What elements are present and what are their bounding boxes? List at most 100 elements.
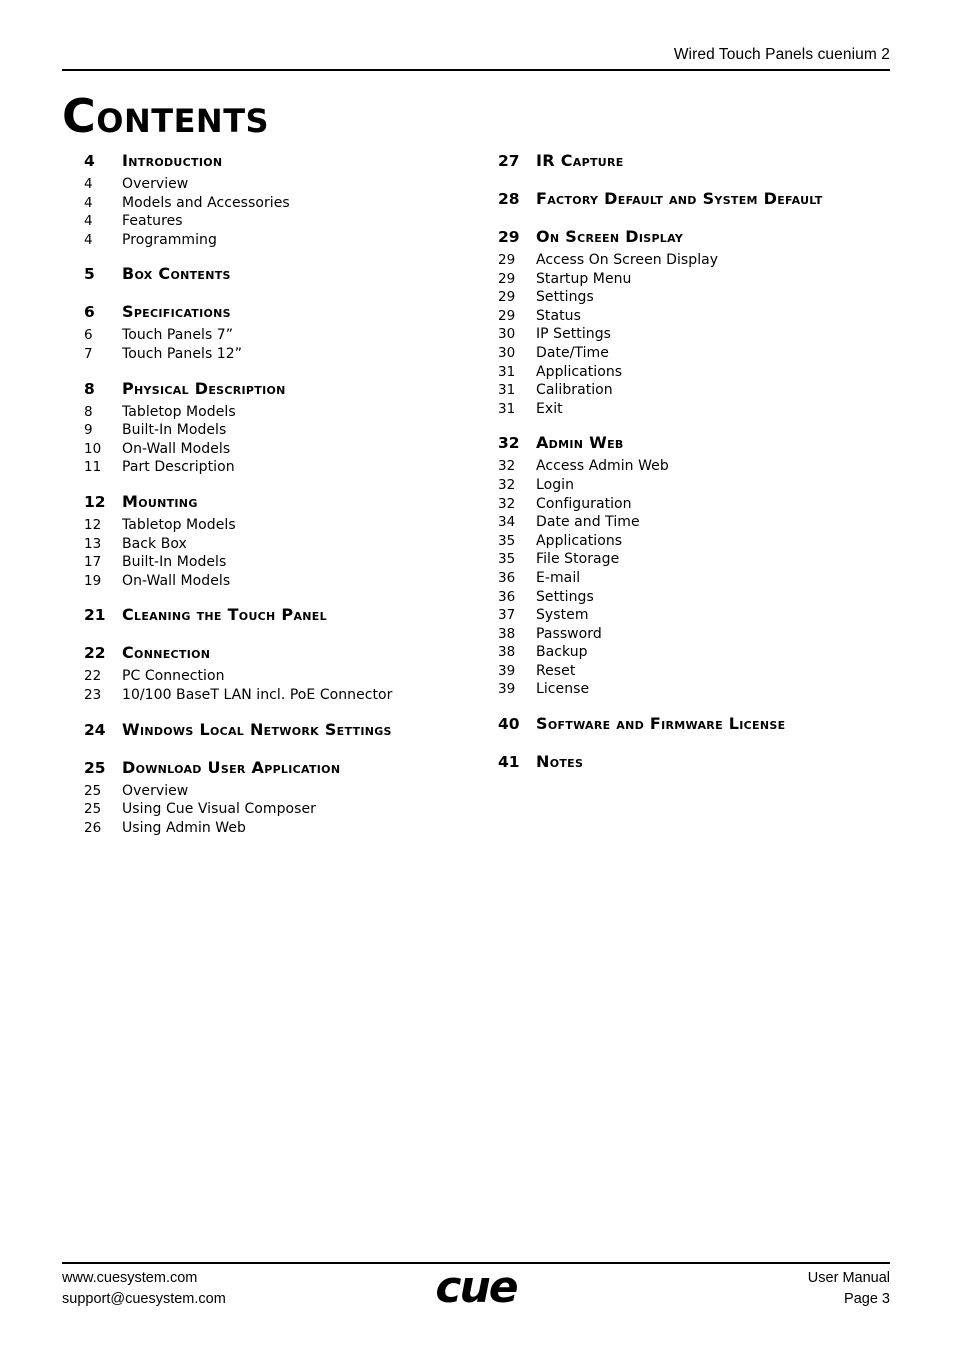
toc-entry-title: Tabletop Models: [122, 403, 236, 420]
toc-entry-title: Status: [536, 307, 581, 324]
toc-section-title: IR Capture: [536, 151, 624, 170]
toc-group-notes: 41 Notes: [498, 749, 898, 775]
toc-entry-page-number: 19: [84, 572, 102, 589]
toc-entry-title: On-Wall Models: [122, 440, 231, 457]
toc-entry-reset[interactable]: 39 Reset: [498, 662, 898, 681]
toc-section-factory-default-and-system-default[interactable]: 28 Factory Default and System Default: [498, 186, 898, 212]
toc-entry-10-100-baset-lan-incl-poe-connector[interactable]: 23 10/100 BaseT LAN incl. PoE Connector: [84, 686, 464, 705]
toc-section-title: Factory Default and System Default: [536, 189, 823, 208]
toc-entry-title: Exit: [536, 400, 563, 417]
toc-entry-page-number: 29: [498, 307, 516, 324]
toc-entry-overview[interactable]: 4 Overview: [84, 175, 464, 194]
toc-section-physical-description[interactable]: 8 Physical Description: [84, 376, 464, 402]
toc-entry-overview[interactable]: 25 Overview: [84, 782, 464, 801]
toc-section-connection[interactable]: 22 Connection: [84, 640, 464, 666]
toc-entry-page-number: 30: [498, 344, 516, 361]
toc-entry-using-cue-visual-composer[interactable]: 25 Using Cue Visual Composer: [84, 800, 464, 819]
toc-section-box-contents[interactable]: 5 Box Contents: [84, 261, 464, 287]
toc-entry-e-mail[interactable]: 36 E-mail: [498, 569, 898, 588]
toc-section-specifications[interactable]: 6 Specifications: [84, 299, 464, 325]
toc-entry-access-on-screen-display[interactable]: 29 Access On Screen Display: [498, 251, 898, 270]
toc-group-introduction: 4 Introduction 4 Overview 4 Models and Access…: [84, 148, 464, 249]
toc-entry-configuration[interactable]: 32 Configuration: [498, 495, 898, 514]
footer-document-info: User Manual Page 3: [808, 1268, 890, 1310]
toc-group-factory-default-and-system-default: 28 Factory Default and System Default: [498, 186, 898, 212]
toc-entry-title: Settings: [536, 588, 594, 605]
toc-entry-tabletop-models[interactable]: 12 Tabletop Models: [84, 516, 464, 535]
toc-column-left: 4 Introduction 4 Overview 4 Models and Access…: [84, 148, 464, 837]
toc-entry-pc-connection[interactable]: 22 PC Connection: [84, 667, 464, 686]
toc-entry-programming[interactable]: 4 Programming: [84, 231, 464, 250]
toc-entry-page-number: 17: [84, 554, 102, 571]
toc-entry-touch-panels-7[interactable]: 6 Touch Panels 7”: [84, 326, 464, 345]
toc-entry-page-number: 11: [84, 459, 102, 476]
toc-entry-page-number: 4: [84, 194, 93, 211]
toc-entry-page-number: 31: [498, 400, 516, 417]
toc-entry-applications[interactable]: 31 Applications: [498, 363, 898, 382]
toc-section-page-number: 25: [84, 758, 106, 777]
toc-entry-password[interactable]: 38 Password: [498, 625, 898, 644]
toc-entry-page-number: 12: [84, 516, 102, 533]
toc-entry-backup[interactable]: 38 Backup: [498, 643, 898, 662]
toc-entry-system[interactable]: 37 System: [498, 606, 898, 625]
toc-entry-page-number: 37: [498, 607, 516, 624]
toc-entry-title: Settings: [536, 289, 594, 306]
toc-section-title: Download User Application: [122, 757, 341, 777]
toc-entry-settings[interactable]: 29 Settings: [498, 288, 898, 307]
toc-entry-title: Applications: [536, 363, 623, 380]
toc-entry-built-in-models[interactable]: 17 Built-In Models: [84, 553, 464, 572]
toc-entry-title: IP Settings: [536, 326, 611, 343]
toc-entry-login[interactable]: 32 Login: [498, 476, 898, 495]
toc-entry-file-storage[interactable]: 35 File Storage: [498, 550, 898, 569]
toc-entry-page-number: 38: [498, 625, 516, 642]
toc-entry-on-wall-models[interactable]: 19 On-Wall Models: [84, 572, 464, 591]
toc-entry-back-box[interactable]: 13 Back Box: [84, 535, 464, 554]
toc-entry-title: Access On Screen Display: [536, 252, 719, 268]
toc-entry-title: Touch Panels 12”: [122, 345, 243, 362]
toc-entry-date-and-time[interactable]: 34 Date and Time: [498, 513, 898, 532]
toc-section-title: Box Contents: [122, 264, 231, 284]
toc-entry-license[interactable]: 39 License: [498, 680, 898, 699]
toc-entry-touch-panels-12[interactable]: 7 Touch Panels 12”: [84, 345, 464, 364]
toc-entry-access-admin-web[interactable]: 32 Access Admin Web: [498, 457, 898, 476]
toc-section-page-number: 29: [498, 228, 520, 246]
toc-entry-part-description[interactable]: 11 Part Description: [84, 458, 464, 477]
footer-email[interactable]: support@cuesystem.com: [62, 1289, 226, 1310]
toc-section-admin-web[interactable]: 32 Admin Web: [498, 430, 898, 456]
toc-entry-applications[interactable]: 35 Applications: [498, 532, 898, 551]
toc-entry-models-and-accessories[interactable]: 4 Models and Accessories: [84, 194, 464, 213]
toc-entry-startup-menu[interactable]: 29 Startup Menu: [498, 270, 898, 289]
toc-entry-page-number: 31: [498, 363, 516, 380]
toc-section-notes[interactable]: 41 Notes: [498, 749, 898, 775]
toc-section-page-number: 8: [84, 379, 95, 398]
toc-entry-page-number: 32: [498, 458, 516, 475]
toc-section-page-number: 22: [84, 644, 106, 663]
toc-entry-title: PC Connection: [122, 668, 225, 685]
toc-section-windows-local-network-settings[interactable]: 24 Windows Local Network Settings: [84, 717, 464, 743]
toc-section-page-number: 6: [84, 303, 95, 322]
toc-entry-settings[interactable]: 36 Settings: [498, 588, 898, 607]
toc-entry-calibration[interactable]: 31 Calibration: [498, 381, 898, 400]
toc-entry-page-number: 36: [498, 588, 516, 605]
toc-entry-date-time[interactable]: 30 Date/Time: [498, 344, 898, 363]
toc-section-mounting[interactable]: 12 Mounting: [84, 489, 464, 515]
toc-entry-page-number: 36: [498, 569, 516, 586]
toc-section-cleaning-the-touch-panel[interactable]: 21 Cleaning the Touch Panel: [84, 602, 464, 628]
toc-section-on-screen-display[interactable]: 29 On Screen Display: [498, 224, 898, 250]
toc-section-software-and-firmware-license[interactable]: 40 Software and Firmware License: [498, 711, 898, 737]
toc-entry-features[interactable]: 4 Features: [84, 212, 464, 231]
toc-entry-exit[interactable]: 31 Exit: [498, 400, 898, 419]
toc-entry-using-admin-web[interactable]: 26 Using Admin Web: [84, 819, 464, 838]
toc-entry-tabletop-models[interactable]: 8 Tabletop Models: [84, 403, 464, 422]
toc-section-ir-capture[interactable]: 27 IR Capture: [498, 148, 898, 174]
toc-entry-built-in-models[interactable]: 9 Built-In Models: [84, 421, 464, 440]
toc-entry-on-wall-models[interactable]: 10 On-Wall Models: [84, 440, 464, 459]
toc-entry-ip-settings[interactable]: 30 IP Settings: [498, 325, 898, 344]
toc-group-specifications: 6 Specifications 6 Touch Panels 7” 7 Touch Pa…: [84, 299, 464, 363]
toc-section-page-number: 40: [498, 715, 520, 734]
toc-section-introduction[interactable]: 4 Introduction: [84, 148, 464, 174]
toc-section-download-user-application[interactable]: 25 Download User Application: [84, 755, 464, 781]
toc-entry-status[interactable]: 29 Status: [498, 307, 898, 326]
toc-entry-page-number: 39: [498, 662, 516, 679]
footer-website[interactable]: www.cuesystem.com: [62, 1268, 226, 1289]
